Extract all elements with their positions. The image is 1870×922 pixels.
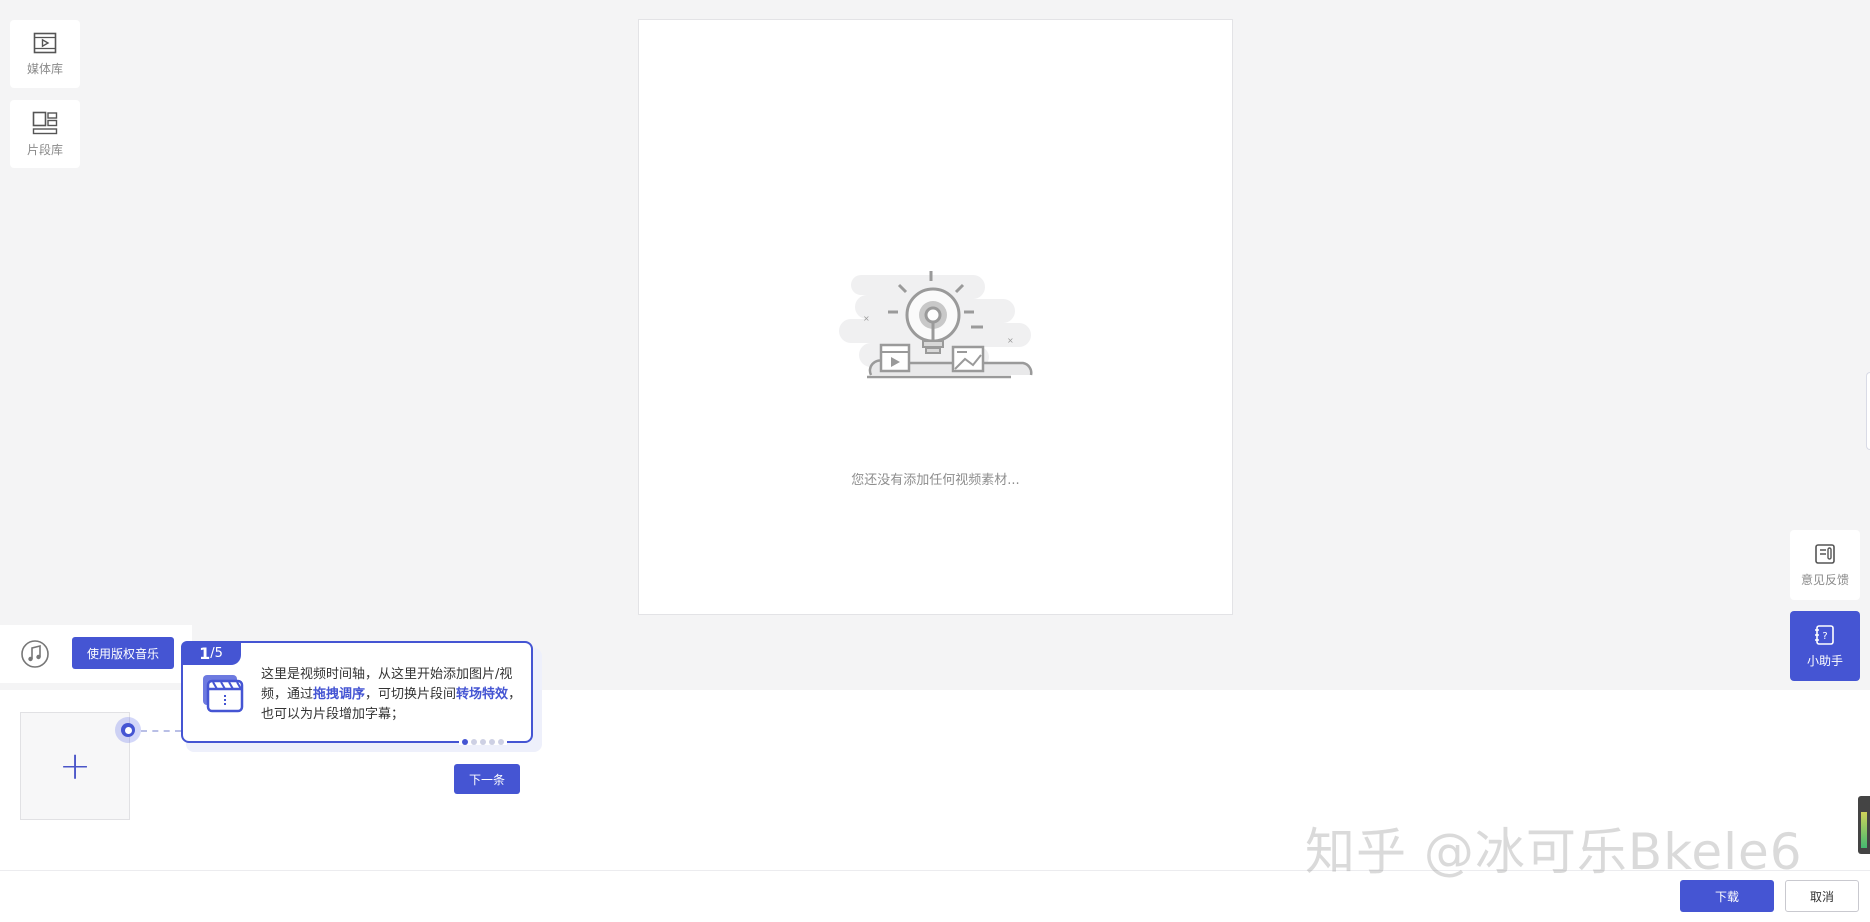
feedback-icon: [1815, 543, 1835, 564]
use-licensed-music-button[interactable]: 使用版权音乐: [72, 637, 174, 669]
preview-canvas: × × 您还没有添加任何视频素材...: [638, 19, 1233, 615]
audio-level-meter: [1858, 796, 1870, 854]
guide-message: 这里是视频时间轴，从这里开始添加图片/视频，通过拖拽调序，可切换片段间转场特效，…: [261, 665, 523, 725]
clapperboard-icon: [203, 675, 244, 713]
side-collapse-tab[interactable]: [1866, 372, 1870, 450]
guide-anchor-dot: [115, 717, 141, 743]
sidebar-item-label: 片段库: [26, 142, 63, 157]
timeline-guide-tooltip: 1/5 这里是视频时间轴，从这里开始添加图片/视频，通过拖拽调序，可切换片段间转…: [181, 641, 533, 745]
guide-connector-line: [141, 730, 181, 732]
music-note-icon: [21, 640, 49, 668]
plus-icon: +: [59, 744, 91, 788]
empty-state-message: 您还没有添加任何视频素材...: [851, 473, 1020, 488]
svg-text:×: ×: [1007, 336, 1014, 345]
guide-dot: [480, 739, 486, 745]
feedback-button[interactable]: 意见反馈: [1790, 530, 1860, 600]
music-bar: 使用版权音乐: [0, 625, 192, 683]
add-media-button[interactable]: +: [20, 712, 130, 820]
svg-text:×: ×: [863, 314, 870, 323]
assistant-button[interactable]: ? 小助手: [1790, 611, 1860, 681]
feedback-label: 意见反馈: [1800, 572, 1849, 587]
guide-highlight-transition: 转场特效: [456, 687, 509, 702]
guide-dot: [498, 739, 504, 745]
guide-next-button[interactable]: 下一条: [454, 764, 520, 794]
assistant-label: 小助手: [1806, 653, 1843, 668]
guide-step-current: 1: [199, 643, 211, 663]
guide-step-counter: 1/5: [181, 641, 241, 665]
guide-highlight-drag-reorder: 拖拽调序: [313, 687, 366, 702]
assistant-book-icon: ?: [1815, 624, 1834, 645]
guide-dot: [462, 739, 468, 745]
guide-dot: [489, 739, 495, 745]
clip-library-icon: [32, 111, 58, 134]
cancel-button[interactable]: 取消: [1785, 880, 1859, 912]
sidebar-item-label: 媒体库: [26, 61, 63, 76]
media-library-icon: [33, 32, 57, 53]
svg-text:?: ?: [1822, 631, 1827, 642]
guide-progress-dots: [459, 739, 507, 745]
sidebar-item-clip-library[interactable]: 片段库: [10, 100, 80, 168]
download-button[interactable]: 下载: [1680, 880, 1774, 912]
guide-step-total: /5: [210, 645, 223, 661]
guide-dot: [471, 739, 477, 745]
guide-text-2: ，可切换片段间: [365, 687, 457, 702]
sidebar-item-media-library[interactable]: 媒体库: [10, 20, 80, 88]
watermark: 知乎 @冰可乐Bkele6: [1305, 823, 1803, 881]
empty-lightbulb-illustration: × ×: [839, 271, 1033, 379]
